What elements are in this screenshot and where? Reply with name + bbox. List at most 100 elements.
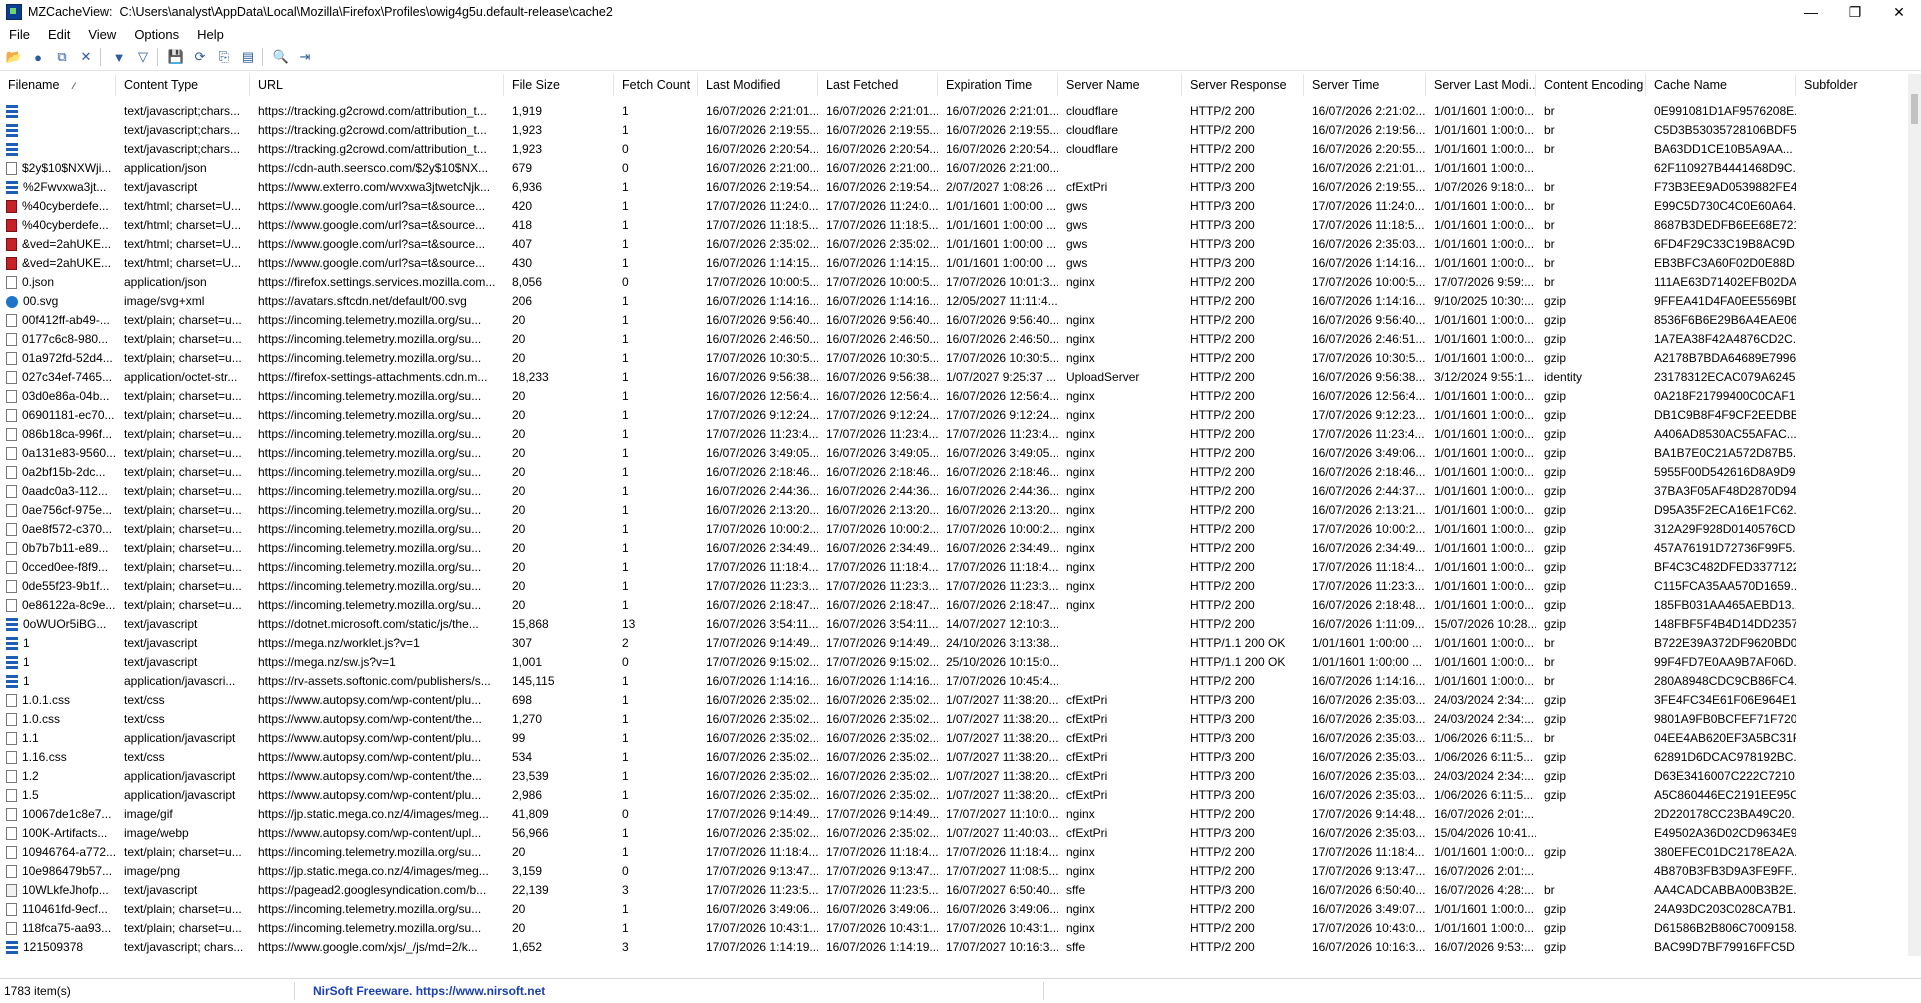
cell: 1/06/2026 6:11:5... xyxy=(1434,750,1534,764)
column-header[interactable]: Filename ⁄ xyxy=(0,74,116,96)
table-row[interactable]: 1 text/javascript https://mega.nz/sw.js?v=… xyxy=(0,653,1908,672)
column-header[interactable]: Subfolder xyxy=(1796,74,1908,96)
table-row[interactable]: 1.16.css text/css https://www.autopsy.com/… xyxy=(0,748,1908,767)
table-row[interactable]: $2y$10$NXWji... application/json https://c… xyxy=(0,159,1908,178)
refresh-icon[interactable]: ⟳ xyxy=(190,47,210,67)
cell: gzip xyxy=(1544,427,1567,441)
save-icon[interactable]: 💾 xyxy=(166,47,186,67)
table-row[interactable]: 01a972fd-52d4... text/plain; charset=u...… xyxy=(0,349,1908,368)
table-row[interactable]: 06901181-ec70... text/plain; charset=u...… xyxy=(0,406,1908,425)
table-row[interactable]: 1.2 application/javascript https://www.aut… xyxy=(0,767,1908,786)
table-row[interactable]: 1.0.css text/css https://www.autopsy.com/w… xyxy=(0,710,1908,729)
table-row[interactable]: &ved=2ahUKE... text/html; charset=U... htt… xyxy=(0,235,1908,254)
table-row[interactable]: 0a2bf15b-2dc... text/plain; charset=u... h… xyxy=(0,463,1908,482)
table-row[interactable]: 1 text/javascript https://mega.nz/worklet.… xyxy=(0,634,1908,653)
cell: AA4CADCABBA00B3B2E... xyxy=(1654,883,1796,897)
column-header[interactable]: Server Response xyxy=(1182,74,1304,96)
table-row[interactable]: text/javascript;chars... https://tracking… xyxy=(0,121,1908,140)
table-row[interactable]: 00f412ff-ab49-... text/plain; charset=u..… xyxy=(0,311,1908,330)
table-row[interactable]: 110461fd-9ecf... text/plain; charset=u...… xyxy=(0,900,1908,919)
table-row[interactable]: 0de55f23-9b1f... text/plain; charset=u...… xyxy=(0,577,1908,596)
column-header[interactable]: Content Type xyxy=(116,74,250,96)
table-row[interactable]: 0oWUOr5iBG... text/javascript https://dotn… xyxy=(0,615,1908,634)
table-row[interactable]: 10e986479b57... image/png https://jp.stati… xyxy=(0,862,1908,881)
column-header[interactable]: Server Time xyxy=(1304,74,1426,96)
column-header[interactable]: Server Name xyxy=(1058,74,1182,96)
column-header[interactable]: File Size xyxy=(504,74,614,96)
properties-icon[interactable]: ▤ xyxy=(238,47,258,67)
table-row[interactable]: 10946764-a772... text/plain; charset=u...… xyxy=(0,843,1908,862)
exit-icon[interactable]: ⇥ xyxy=(295,47,315,67)
filter-icon[interactable]: ▼ xyxy=(109,47,129,67)
open-folder-icon[interactable]: 📂 xyxy=(4,47,24,67)
record-icon[interactable]: ● xyxy=(28,47,48,67)
table-row[interactable]: %2Fwvxwa3jt... text/javascript https://www… xyxy=(0,178,1908,197)
table-row[interactable]: %40cyberdefe... text/html; charset=U... ht… xyxy=(0,216,1908,235)
table-row[interactable]: &ved=2ahUKE... text/html; charset=U... htt… xyxy=(0,254,1908,273)
cell: 1/01/1601 1:00:0... xyxy=(1434,351,1535,365)
minimize-button[interactable]: — xyxy=(1789,0,1833,24)
table-row[interactable]: 086b18ca-996f... text/plain; charset=u...… xyxy=(0,425,1908,444)
menu-help[interactable]: Help xyxy=(188,27,233,42)
column-header[interactable]: Content Encoding xyxy=(1536,74,1646,96)
table-row[interactable]: 10067de1c8e7... image/gif https://jp.stati… xyxy=(0,805,1908,824)
column-header[interactable]: Expiration Time xyxy=(938,74,1058,96)
table-row[interactable]: 03d0e86a-04b... text/plain; charset=u... h… xyxy=(0,387,1908,406)
find-icon[interactable]: 🔍 xyxy=(271,47,291,67)
cell: 027c34ef-7465... xyxy=(0,368,116,387)
column-header[interactable]: Last Modified xyxy=(698,74,818,96)
table-row[interactable]: 1.1 application/javascript https://www.aut… xyxy=(0,729,1908,748)
cell: https://avatars.sftcdn.net/default/00.sv… xyxy=(258,294,467,308)
cell xyxy=(1536,862,1646,881)
column-header[interactable]: URL xyxy=(250,74,504,96)
maximize-button[interactable]: ❐ xyxy=(1833,0,1877,24)
table-row[interactable]: 0ae756cf-975e... text/plain; charset=u...… xyxy=(0,501,1908,520)
close-button[interactable]: ✕ xyxy=(1877,0,1921,24)
nirsoft-link[interactable]: NirSoft Freeware. https://www.nirsoft.ne… xyxy=(295,982,1044,1000)
cell: HTTP/2 200 xyxy=(1190,465,1255,479)
table-row[interactable]: 0a131e83-9560... text/plain; charset=u...… xyxy=(0,444,1908,463)
column-header[interactable]: Server Last Modi... xyxy=(1426,74,1536,96)
table-row[interactable]: 118fca75-aa93... text/plain; charset=u...… xyxy=(0,919,1908,938)
copy-icon[interactable]: ⎘ xyxy=(214,47,234,67)
table-row[interactable]: 0aadc0a3-112... text/plain; charset=u... h… xyxy=(0,482,1908,501)
table-row[interactable]: %40cyberdefe... text/html; charset=U... ht… xyxy=(0,197,1908,216)
delete-icon[interactable]: ✕ xyxy=(76,47,96,67)
filter-clear-icon[interactable]: ▽ xyxy=(133,47,153,67)
table-row[interactable]: 0177c6c8-980... text/plain; charset=u... h… xyxy=(0,330,1908,349)
cell xyxy=(1796,235,1908,254)
menu-options[interactable]: Options xyxy=(125,27,188,42)
script-file-icon xyxy=(6,124,18,137)
cell: 1/07/2027 11:38:20... xyxy=(946,769,1058,783)
column-header[interactable]: Cache Name xyxy=(1646,74,1796,96)
column-header[interactable]: Last Fetched xyxy=(818,74,938,96)
table-row[interactable]: 0e86122a-8c9e... text/plain; charset=u...… xyxy=(0,596,1908,615)
vertical-scrollbar[interactable] xyxy=(1908,74,1921,956)
table-row[interactable]: 00.svg image/svg+xml https://avatars.sftcd… xyxy=(0,292,1908,311)
cell: gzip xyxy=(1544,560,1567,574)
table-row[interactable]: 0cced0ee-f8f9... text/plain; charset=u...… xyxy=(0,558,1908,577)
copy-files-icon[interactable]: ⧉ xyxy=(52,47,72,67)
cell: 1A7EA38F42A4876CD2C... xyxy=(1654,332,1796,346)
scrollbar-thumb[interactable] xyxy=(1911,94,1918,124)
table-row[interactable]: text/javascript;chars... https://tracking… xyxy=(0,140,1908,159)
table-row[interactable]: 1.0.1.css text/css https://www.autopsy.com… xyxy=(0,691,1908,710)
cell: 1/01/1601 1:00:0... xyxy=(1434,674,1535,688)
table-row[interactable]: 1.5 application/javascript https://www.aut… xyxy=(0,786,1908,805)
cell: 16/07/2026 2:18:46... xyxy=(1312,465,1426,479)
table-row[interactable]: 0b7b7b11-e89... text/plain; charset=u... h… xyxy=(0,539,1908,558)
filename-text: 1.2 xyxy=(22,769,39,783)
table-row[interactable]: text/javascript;chars... https://tracking… xyxy=(0,102,1908,121)
table-row[interactable]: 0.json application/json https://firefox.se… xyxy=(0,273,1908,292)
table-row[interactable]: 0ae8f572-c370... text/plain; charset=u...… xyxy=(0,520,1908,539)
menu-view[interactable]: View xyxy=(79,27,125,42)
filename-text: 0e86122a-8c9e... xyxy=(22,598,116,612)
menu-file[interactable]: File xyxy=(0,27,39,42)
menu-edit[interactable]: Edit xyxy=(39,27,79,42)
table-row[interactable]: 027c34ef-7465... application/octet-str...… xyxy=(0,368,1908,387)
table-row[interactable]: 100K-Artifacts... image/webp https://www.a… xyxy=(0,824,1908,843)
table-row[interactable]: 10WLkfeJhofp... text/javascript https://pa… xyxy=(0,881,1908,900)
table-row[interactable]: 121509378 text/javascript; chars... https:… xyxy=(0,938,1908,956)
column-header[interactable]: Fetch Count xyxy=(614,74,698,96)
table-row[interactable]: 1 application/javascri... https://rv-asset… xyxy=(0,672,1908,691)
